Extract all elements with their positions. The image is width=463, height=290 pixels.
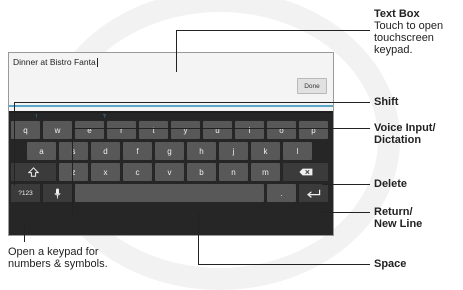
device-screen: Dinner at Bistro Fanta Done ! ? q w e r …: [8, 52, 334, 236]
key-o[interactable]: o: [267, 121, 296, 139]
key-i[interactable]: i: [235, 121, 264, 139]
key-v[interactable]: v: [155, 163, 184, 181]
text-caret: [96, 58, 98, 68]
key-p[interactable]: p: [299, 121, 328, 139]
leader-shift-horizontal: [14, 102, 370, 103]
text-box-underline: [9, 105, 333, 107]
key-l[interactable]: l: [283, 142, 312, 160]
callout-return-line1: Return/: [374, 206, 413, 218]
key-j[interactable]: j: [219, 142, 248, 160]
callout-delete-label: Delete: [374, 178, 408, 190]
symbols-key[interactable]: ?123: [11, 184, 40, 202]
callout-keypad-line2: numbers & symbols.: [8, 258, 108, 270]
hint-exclamation: !: [36, 114, 38, 120]
key-c[interactable]: c: [123, 163, 152, 181]
callout-keypad: Open a keypad for numbers & symbols.: [8, 246, 108, 270]
key-a[interactable]: a: [27, 142, 56, 160]
key-w[interactable]: w: [43, 121, 72, 139]
key-y[interactable]: y: [171, 121, 200, 139]
leader-space-horizontal: [198, 264, 370, 265]
key-e[interactable]: e: [75, 121, 104, 139]
leader-return: [322, 212, 370, 213]
backspace-icon: [298, 168, 312, 176]
leader-text-box-horizontal: [176, 30, 370, 31]
hint-question: ?: [103, 114, 106, 120]
return-key[interactable]: [299, 184, 328, 202]
key-m[interactable]: m: [251, 163, 280, 181]
leader-keypad: [24, 222, 25, 242]
callout-text-box-title: Text Box: [374, 8, 420, 20]
space-key[interactable]: [75, 184, 264, 202]
callout-voice: Voice Input/ Dictation: [374, 122, 436, 146]
key-u[interactable]: u: [203, 121, 232, 139]
key-t[interactable]: t: [139, 121, 168, 139]
shift-icon: [28, 167, 39, 177]
key-f[interactable]: f: [123, 142, 152, 160]
callout-return-line2: New Line: [374, 218, 423, 230]
done-button[interactable]: Done: [297, 78, 327, 94]
key-d[interactable]: d: [91, 142, 120, 160]
microphone-icon: [54, 188, 61, 198]
key-z[interactable]: z: [59, 163, 88, 181]
key-q[interactable]: q: [11, 121, 40, 139]
key-b[interactable]: b: [187, 163, 216, 181]
leader-shift-vertical: [14, 102, 15, 186]
key-n[interactable]: n: [219, 163, 248, 181]
callout-text-box-desc3: keypad.: [374, 44, 413, 56]
callout-space: Space: [374, 258, 406, 270]
key-s[interactable]: s: [59, 142, 88, 160]
callout-text-box-desc1: Touch to open: [374, 20, 444, 32]
callout-text-box-desc2: touchscreen: [374, 32, 434, 44]
leader-space-vertical: [198, 212, 199, 264]
shift-key[interactable]: [11, 163, 56, 181]
callout-text-box: Text Box Touch to open touchscreen keypa…: [374, 8, 443, 56]
callout-space-label: Space: [374, 258, 407, 270]
leader-voice-vertical: [72, 128, 73, 218]
key-r[interactable]: r: [107, 121, 136, 139]
callout-keypad-line1: Open a keypad for: [8, 246, 99, 258]
key-k[interactable]: k: [251, 142, 280, 160]
delete-key[interactable]: [283, 163, 328, 181]
key-g[interactable]: g: [155, 142, 184, 160]
callout-shift: Shift: [374, 96, 398, 108]
callout-shift-label: Shift: [374, 96, 399, 108]
voice-input-key[interactable]: [43, 184, 72, 202]
key-x[interactable]: x: [91, 163, 120, 181]
callout-return: Return/ New Line: [374, 206, 422, 230]
return-icon: [306, 189, 320, 198]
key-h[interactable]: h: [187, 142, 216, 160]
text-box-value: Dinner at Bistro Fanta: [13, 57, 98, 68]
leader-delete: [322, 184, 370, 185]
leader-voice-horizontal: [72, 128, 370, 129]
callout-voice-line2: Dictation: [374, 134, 422, 146]
onscreen-keyboard: ! ? q w e r t y u i o p a s d f g h j k …: [9, 113, 333, 235]
leader-text-box-vertical: [176, 30, 177, 72]
callout-delete: Delete: [374, 178, 407, 190]
text-box-content: Dinner at Bistro Fanta: [13, 57, 96, 67]
callout-voice-line1: Voice Input/: [374, 122, 436, 134]
key-period[interactable]: .: [267, 184, 296, 202]
